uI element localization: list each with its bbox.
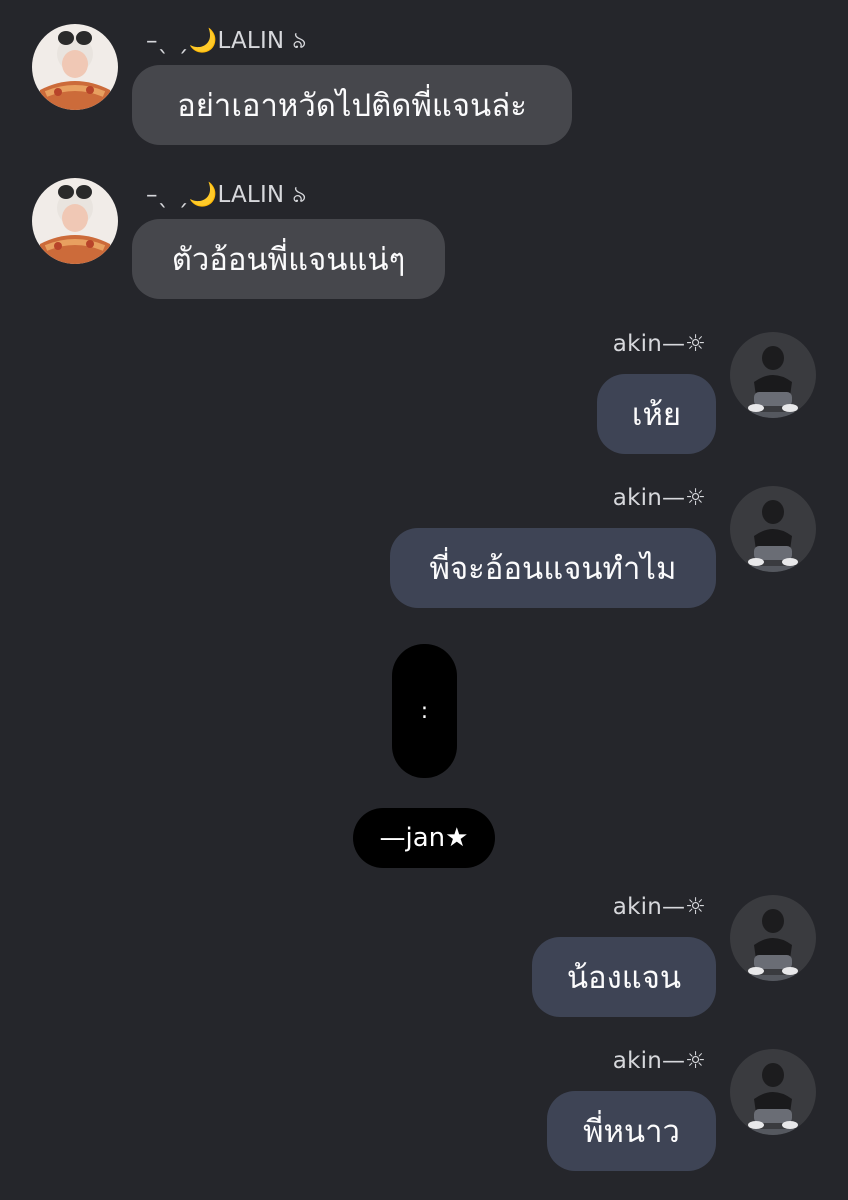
message-text: น้องแจน <box>566 960 682 996</box>
message-text: ตัวอ้อนพี่แจนแน่ๆ <box>171 242 406 278</box>
message-bubble[interactable]: ตัวอ้อนพี่แจนแน่ๆ <box>132 219 445 299</box>
message-text: เห้ย <box>631 397 682 433</box>
message-bubble[interactable]: น้องแจน <box>532 937 716 1017</box>
message-text: พี่จะอ้อนแจนทำไม <box>429 551 677 587</box>
name-tag-label: —jan★ <box>379 823 469 853</box>
time-gap-indicator: : <box>392 644 457 778</box>
gap-dots: : <box>420 698 429 724</box>
avatar-akin[interactable] <box>730 1049 816 1135</box>
avatar-akin[interactable] <box>730 332 816 418</box>
avatar-lalin[interactable] <box>32 24 118 110</box>
avatar-lalin[interactable] <box>32 178 118 264</box>
name-tag[interactable]: —jan★ <box>353 808 495 868</box>
avatar-akin[interactable] <box>730 895 816 981</box>
message-bubble[interactable]: อย่าเอาหวัดไปติดพี่แจนล่ะ <box>132 65 572 145</box>
message-text: อย่าเอาหวัดไปติดพี่แจนล่ะ <box>177 88 527 124</box>
avatar-akin[interactable] <box>730 486 816 572</box>
sender-name: akin—☼ <box>612 331 706 357</box>
message-text: พี่หนาว <box>583 1114 680 1150</box>
sender-name: akin—☼ <box>612 1048 706 1074</box>
sender-name: –ˎ ˏ🌙LALIN ৯ <box>146 28 307 54</box>
sender-name: –ˎ ˏ🌙LALIN ৯ <box>146 182 307 208</box>
sender-name: akin—☼ <box>612 485 706 511</box>
sender-name: akin—☼ <box>612 894 706 920</box>
message-bubble[interactable]: พี่จะอ้อนแจนทำไม <box>390 528 716 608</box>
message-bubble[interactable]: พี่หนาว <box>547 1091 716 1171</box>
message-bubble[interactable]: เห้ย <box>597 374 716 454</box>
